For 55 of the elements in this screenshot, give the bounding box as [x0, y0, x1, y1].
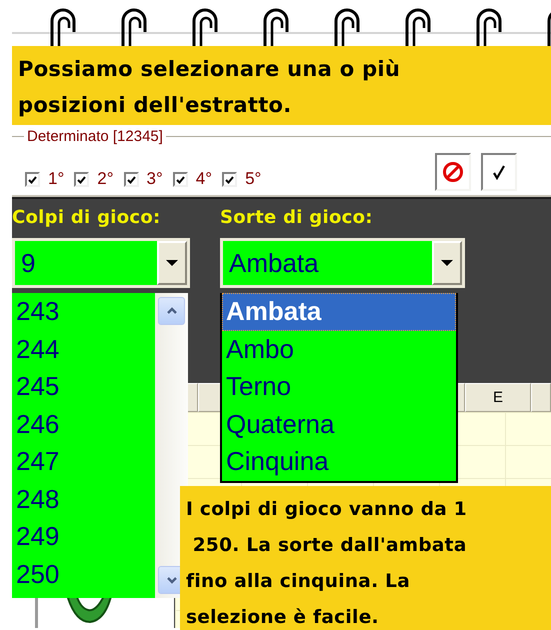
chevron-icon [164, 574, 178, 586]
list-option[interactable]: Quaterna [222, 406, 456, 443]
list-option[interactable]: Ambo [222, 330, 456, 368]
scroll-up-button[interactable] [158, 297, 185, 325]
list-option[interactable]: 246 [12, 406, 155, 443]
column-header[interactable] [531, 383, 551, 412]
checkmark-icon [126, 176, 136, 184]
list-option[interactable]: 248 [12, 480, 155, 518]
list-option[interactable]: 250 [12, 556, 155, 593]
checkmark-icon [176, 176, 185, 184]
dropdown[interactable]: 9 [12, 238, 190, 288]
list-option[interactable]: Ambata [222, 293, 456, 330]
checkmark-icon [225, 176, 234, 184]
callout-text: I colpi di gioco vanno da 1 250. La sorte dall'ambata fino alla cinquina. La selezione è facile. [186, 498, 468, 630]
list-option[interactable]: 243 [12, 293, 155, 330]
dropdown-button[interactable] [432, 241, 462, 285]
list-option[interactable]: 249 [12, 518, 155, 556]
checkbox[interactable] [222, 172, 238, 187]
field-label: Colpi di gioco: [12, 207, 162, 228]
caret-icon [166, 260, 178, 266]
prohibited-icon [442, 161, 464, 183]
list-option[interactable]: 247 [12, 443, 155, 480]
list-option[interactable]: Cinquina [222, 443, 456, 480]
clear-all-button[interactable] [435, 153, 471, 191]
group-title: Determinato [12345] [26, 128, 164, 144]
scrollbar[interactable] [155, 293, 188, 598]
checkbox-label: 4° [196, 169, 212, 190]
checkbox[interactable] [25, 172, 40, 187]
dropdown[interactable]: Ambata [220, 238, 465, 288]
checkbox[interactable] [74, 172, 90, 187]
binding-ring-icon [403, 8, 433, 46]
checkbox-label: 2° [97, 169, 114, 190]
checkbox-label: 1° [48, 169, 64, 190]
checkbox[interactable] [172, 172, 188, 187]
binding-ring-icon [48, 8, 78, 46]
binding-ring-icon [261, 8, 291, 46]
checkbox-label: 3° [146, 169, 163, 190]
caret-icon [441, 260, 453, 266]
banner-text: Possiamo selezionare una o più posizioni dell'estratto. [18, 56, 402, 119]
checkmark-icon [28, 176, 37, 184]
binding-ring-icon [474, 8, 504, 46]
checkbox-label: 5° [245, 169, 262, 190]
checkmark-icon [492, 164, 506, 180]
column-header[interactable]: E [465, 383, 531, 412]
list-option[interactable]: 245 [12, 368, 155, 406]
select-all-button[interactable] [481, 153, 517, 191]
field-label: Sorte di gioco: [220, 207, 374, 228]
list-option[interactable]: 244 [12, 330, 155, 368]
binding-ring-icon [332, 8, 362, 46]
list-option[interactable]: Terno [222, 368, 456, 406]
checkbox[interactable] [124, 172, 139, 187]
checkmark-icon [77, 176, 86, 184]
dropdown-button[interactable] [157, 241, 187, 285]
binding-ring-icon [119, 8, 149, 46]
binding-ring-icon [190, 8, 220, 46]
